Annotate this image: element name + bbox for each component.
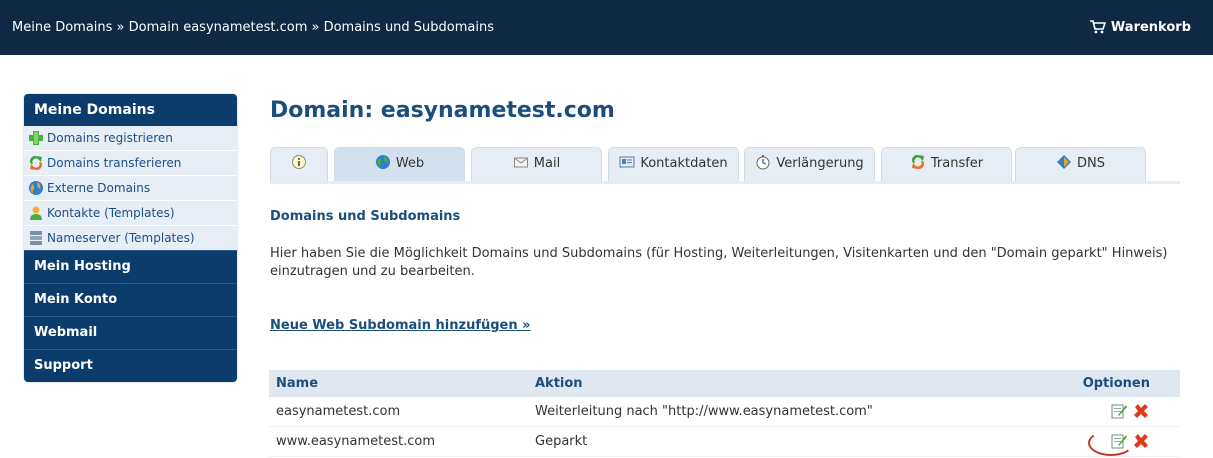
delete-icon[interactable]: [1132, 432, 1150, 450]
tab-label: Mail: [533, 156, 561, 171]
sidebar-item-externe-domains[interactable]: Externe Domains: [24, 176, 237, 201]
table-row: easynametest.com Weiterleitung nach "htt…: [269, 397, 1180, 427]
page-title: Domain: easynametest.com: [270, 98, 615, 123]
sidebar-item-label: Domains transferieren: [47, 156, 182, 170]
tab-info[interactable]: [270, 147, 328, 181]
contact-card-icon: [619, 156, 635, 168]
sidebar-item-label: Kontakte (Templates): [47, 206, 175, 220]
info-icon: [292, 155, 306, 169]
table-row: www.easynametest.com Geparkt: [269, 427, 1180, 457]
cart-icon: [1089, 20, 1107, 34]
table-header: Name Aktion Optionen: [269, 370, 1180, 397]
section-title: Domains und Subdomains: [270, 209, 461, 224]
tab-verlaengerung[interactable]: Verlängerung: [744, 147, 875, 181]
sidebar-item-nameserver[interactable]: Nameserver (Templates): [24, 226, 237, 250]
transfer-icon: [911, 155, 924, 169]
sidebar-item-label: Nameserver (Templates): [47, 231, 195, 245]
sidebar-item-domains-transferieren[interactable]: Domains transferieren: [24, 151, 237, 176]
sidebar-heading-meine-domains[interactable]: Meine Domains: [24, 94, 237, 126]
cart-link[interactable]: Warenkorb: [1089, 19, 1191, 35]
section-description: Hier haben Sie die Möglichkeit Domains u…: [270, 246, 1168, 279]
user-icon: [30, 206, 42, 220]
dns-icon: [1057, 155, 1071, 169]
tab-web[interactable]: Web: [334, 147, 465, 181]
row-action: Weiterleitung nach "http://www.easynamet…: [535, 404, 873, 419]
row-name: easynametest.com: [276, 404, 401, 419]
cart-label: Warenkorb: [1110, 20, 1191, 35]
sidebar-item-domains-registrieren[interactable]: Domains registrieren: [24, 126, 237, 151]
top-bar: Meine Domains » Domain easynametest.com …: [0, 0, 1213, 55]
sidebar-section-support[interactable]: Support: [24, 349, 237, 382]
tab-label: Transfer: [930, 156, 984, 171]
column-header-name[interactable]: Name: [276, 376, 318, 391]
row-options: [1087, 430, 1150, 456]
tab-bar: Web Mail Kontaktdaten Verlängerung Trans…: [270, 147, 1180, 184]
stopwatch-icon: [756, 155, 770, 170]
row-options: [1110, 402, 1150, 420]
sidebar-section-mein-hosting[interactable]: Mein Hosting: [24, 250, 237, 283]
transfer-icon: [30, 156, 42, 170]
sidebar-item-label: Domains registrieren: [47, 131, 173, 145]
highlight-circle: [1087, 430, 1134, 456]
tab-transfer[interactable]: Transfer: [881, 147, 1012, 181]
sidebar: Meine Domains Domains registrieren Domai…: [24, 94, 237, 382]
subdomain-table: Name Aktion Optionen easynametest.com We…: [269, 370, 1180, 457]
tab-mail[interactable]: Mail: [471, 147, 602, 181]
breadcrumb[interactable]: Meine Domains » Domain easynametest.com …: [12, 20, 494, 35]
tab-label: Verlängerung: [776, 156, 864, 171]
sidebar-section-mein-konto[interactable]: Mein Konto: [24, 283, 237, 316]
server-icon: [30, 231, 42, 245]
sidebar-submenu: Domains registrieren Domains transferier…: [24, 126, 237, 250]
row-name: www.easynametest.com: [276, 434, 435, 449]
plus-icon: [29, 131, 43, 145]
column-header-options: Optionen: [1082, 376, 1150, 391]
tab-dns[interactable]: DNS: [1015, 147, 1146, 181]
row-action: Geparkt: [535, 434, 588, 449]
sidebar-section-webmail[interactable]: Webmail: [24, 316, 237, 349]
tab-kontaktdaten[interactable]: Kontaktdaten: [608, 147, 739, 181]
tab-label: Kontaktdaten: [640, 156, 728, 171]
add-web-subdomain-link[interactable]: Neue Web Subdomain hinzufügen »: [270, 318, 531, 333]
tab-label: DNS: [1077, 156, 1105, 171]
globe-icon: [375, 155, 390, 169]
column-header-action: Aktion: [535, 376, 583, 391]
sidebar-item-label: Externe Domains: [47, 181, 151, 195]
sidebar-item-kontakte[interactable]: Kontakte (Templates): [24, 201, 237, 226]
tab-label: Web: [395, 156, 425, 171]
globe-icon: [29, 181, 43, 195]
mail-icon: [513, 157, 528, 168]
edit-icon[interactable]: [1110, 402, 1128, 420]
delete-icon[interactable]: [1132, 402, 1150, 420]
